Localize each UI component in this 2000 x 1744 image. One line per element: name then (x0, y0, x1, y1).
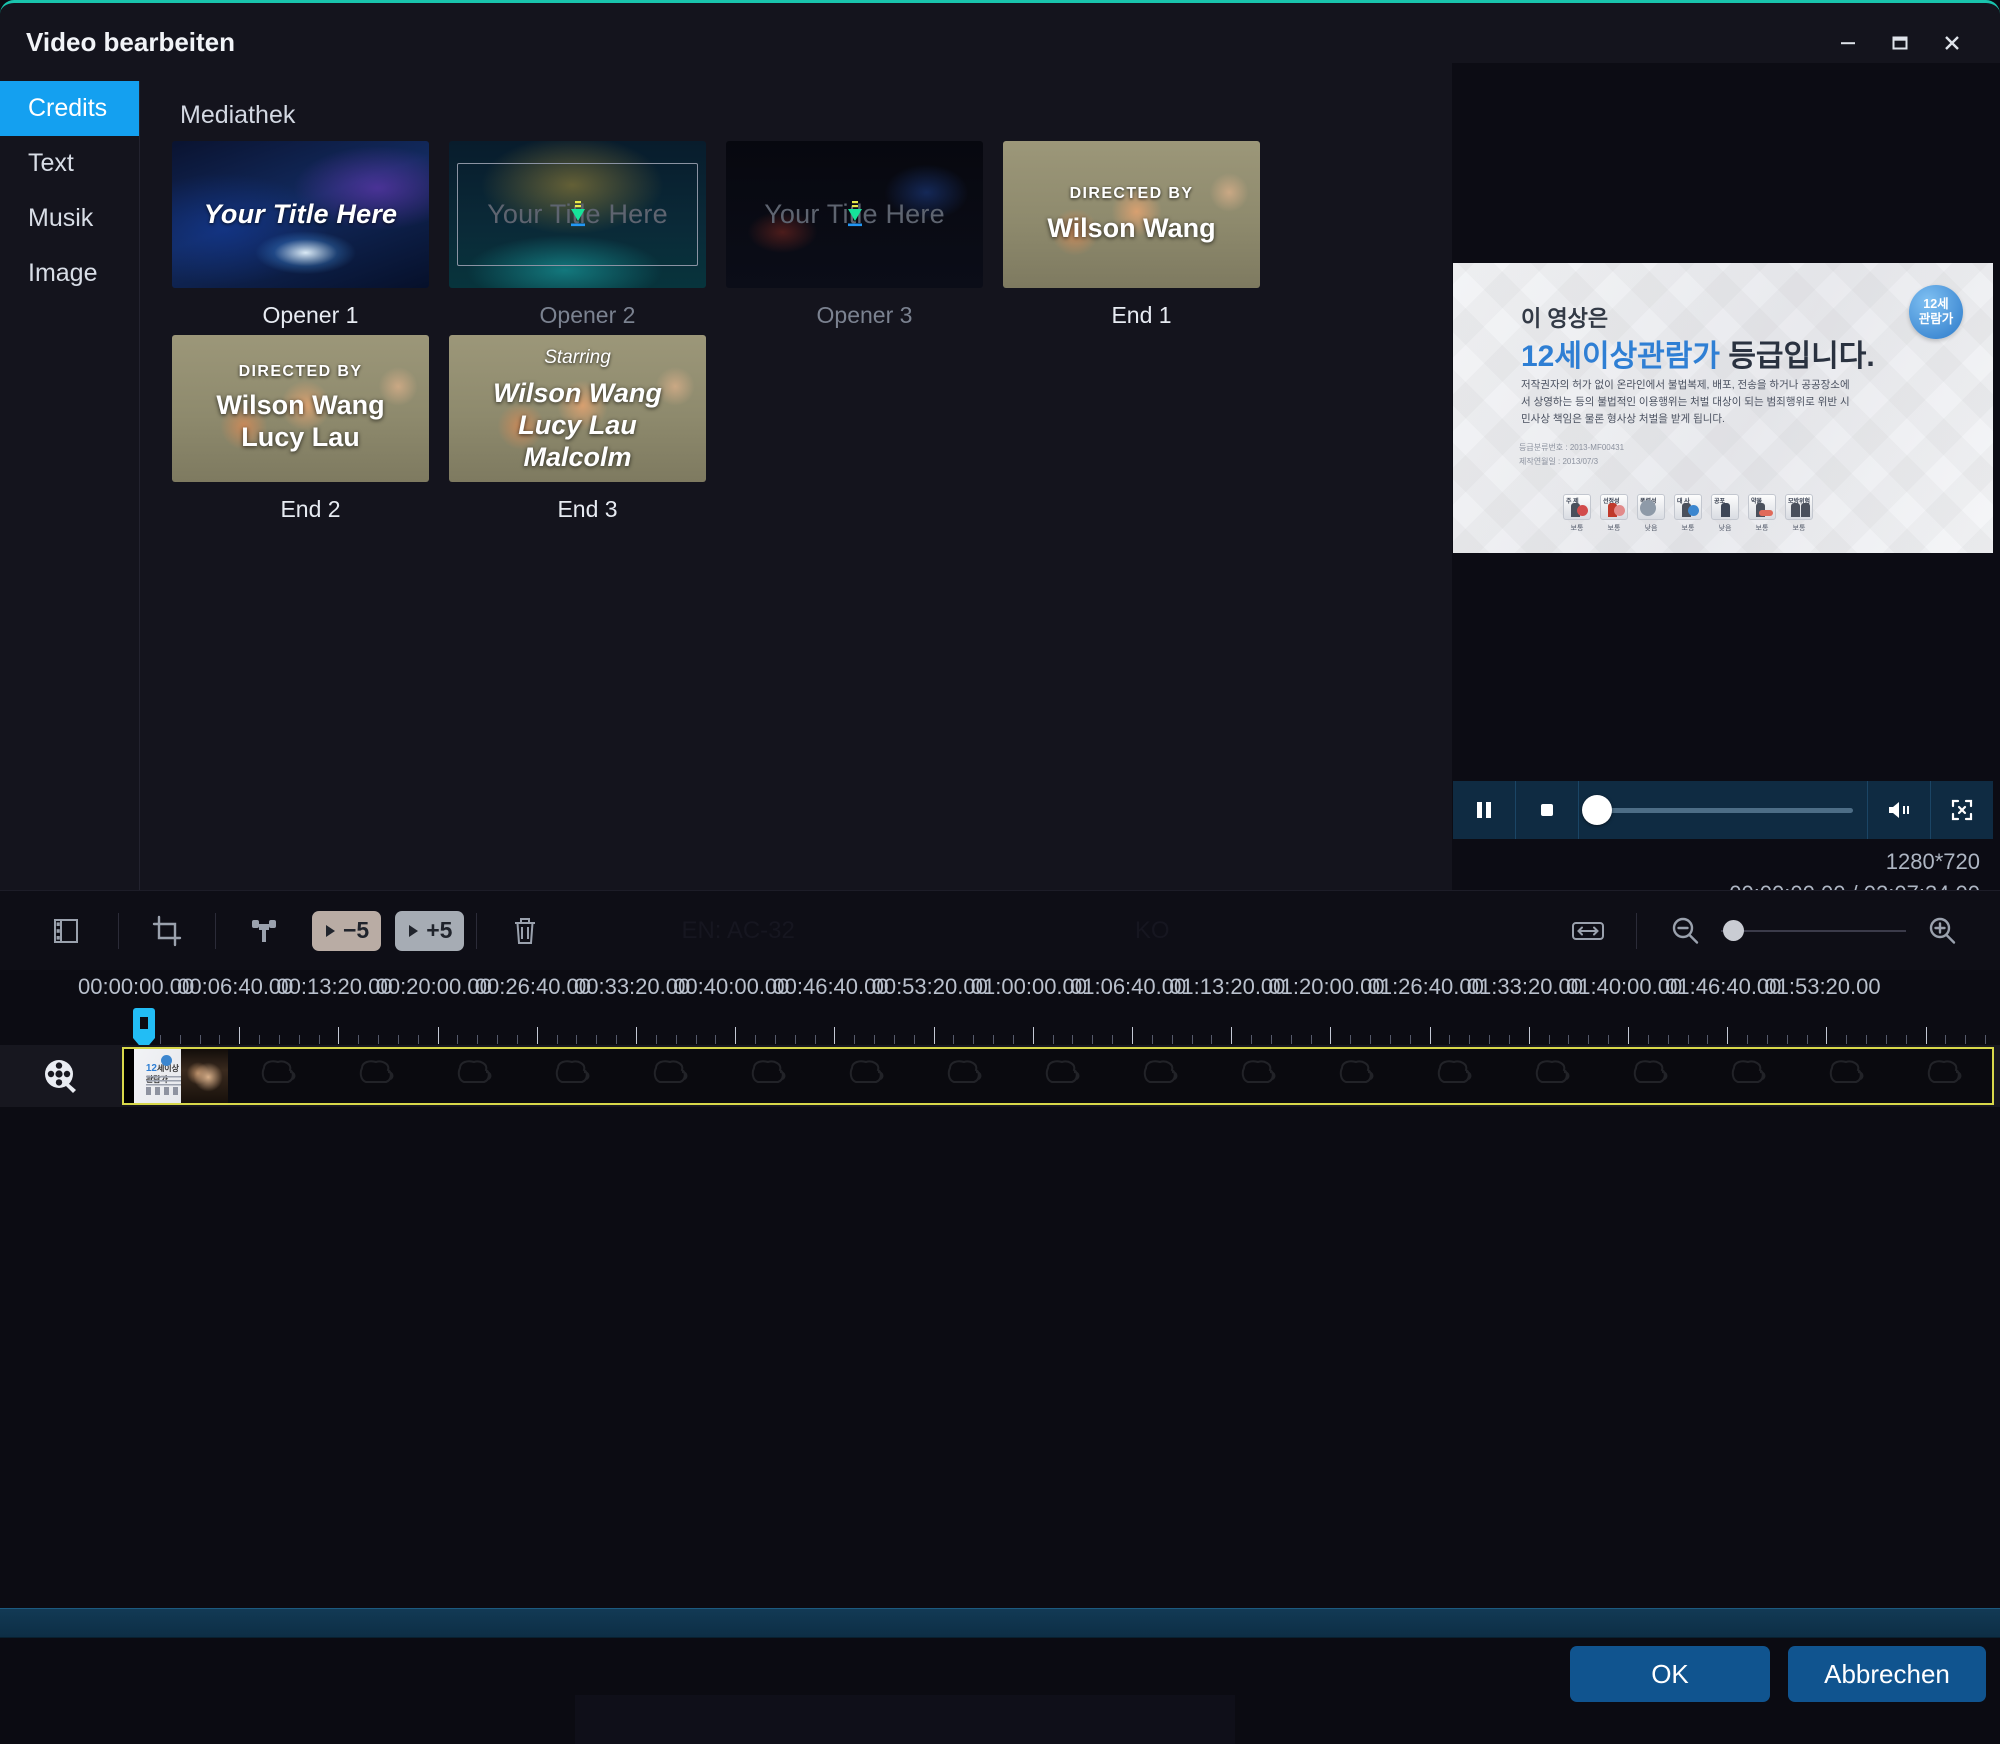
preview-resolution: 1280*720 (1885, 849, 1980, 874)
criteria-label: 보통 (1607, 525, 1621, 532)
library-grid: Your Title Here Opener 1 Your Title Here (172, 141, 1452, 529)
library-item-opener-1[interactable]: Your Title Here Opener 1 (172, 141, 449, 329)
rating-badge: 12세 관람가 (1909, 285, 1963, 339)
criteria-label: 낮음 (1644, 525, 1658, 532)
download-icon[interactable] (842, 200, 868, 230)
dialog-sidebar: Credits Text Musik Image (0, 81, 140, 890)
minimize-icon[interactable] (1822, 21, 1874, 65)
criteria-item: 주 제 보통 (1563, 494, 1591, 533)
criteria-item: 공포 낮음 (1711, 494, 1739, 533)
sidebar-item-label: Credits (28, 94, 108, 122)
close-icon[interactable] (1926, 21, 1978, 65)
library-item-opener-2[interactable]: Your Title Here Opener 2 (449, 141, 726, 329)
background-progress-strip (0, 1608, 2000, 1638)
stop-icon[interactable] (1516, 781, 1578, 839)
library-thumbnail[interactable]: Your Title Here (726, 141, 983, 288)
thumbnail-names: Wilson Wang Lucy Lau Malcolm (493, 378, 662, 472)
criteria-label: 보통 (1570, 525, 1584, 532)
seek-slider[interactable] (1579, 781, 1867, 839)
library-item-caption: End 2 (280, 496, 341, 522)
library-thumbnail[interactable]: Starring Wilson Wang Lucy Lau Malcolm (449, 335, 706, 482)
rating-card: 이 영상은 12세이상관람가 등급입니다. 저작권자의 허가 없이 온라인에서 … (1453, 263, 1993, 553)
player-controls (1453, 781, 1993, 839)
preview-panel: 이 영상은 12세이상관람가 등급입니다. 저작권자의 허가 없이 온라인에서 … (1452, 63, 2000, 906)
background-dim-box (575, 1695, 1235, 1744)
rating-line2: 12세이상관람가 등급입니다. (1521, 331, 1875, 375)
sidebar-item-musik[interactable]: Musik (0, 191, 139, 246)
rating-body: 저작권자의 허가 없이 온라인에서 불법복제, 배포, 전송을 하거나 공공장소… (1521, 379, 1850, 425)
rating-meta: 등급분류번호 : 2013-MF00431 제작연월일 : 2013/07/3 (1519, 441, 1624, 470)
sidebar-item-text[interactable]: Text (0, 136, 139, 191)
criteria-item: 선정성 보통 (1600, 494, 1628, 533)
criteria-item: 폭력성낮음 (1637, 494, 1665, 533)
video-preview[interactable]: 이 영상은 12세이상관람가 등급입니다. 저작권자의 허가 없이 온라인에서 … (1453, 263, 1993, 553)
library-item-caption: End 3 (557, 496, 618, 522)
library-item-end-2[interactable]: DIRECTED BY Wilson Wang Lucy Lau End 2 (172, 335, 449, 523)
pause-icon[interactable] (1453, 781, 1515, 839)
download-icon[interactable] (565, 200, 591, 230)
dialog-panel: Video bearbeiten Credits Text Musik Imag… (0, 0, 2000, 906)
library-thumbnail[interactable]: Your Title Here (172, 141, 429, 288)
rating-criteria-icons: 주 제보통 선정성보통 폭력성낮음 대 사보통 공포낮음 약물보통 모방위험보통 (1563, 494, 1813, 533)
rating-line2-rest: 등급입니다. (1719, 340, 1875, 373)
maximize-icon[interactable] (1874, 21, 1926, 65)
criteria-item: 모방위험 보통 (1785, 494, 1813, 533)
dialog-title: Video bearbeiten (26, 27, 236, 57)
sidebar-item-image[interactable]: Image (0, 246, 139, 301)
preview-timecode: 00:00:00.00 / 02:07:34.00 (1729, 881, 1980, 906)
library-item-end-3[interactable]: Starring Wilson Wang Lucy Lau Malcolm En… (449, 335, 726, 523)
sidebar-item-credits[interactable]: Credits (0, 81, 139, 136)
volume-icon[interactable] (1868, 781, 1930, 839)
criteria-label: 보통 (1755, 525, 1769, 532)
library-thumbnail[interactable]: DIRECTED BY Wilson Wang Lucy Lau (172, 335, 429, 482)
library-thumbnail[interactable]: Your Title Here (449, 141, 706, 288)
seek-knob[interactable] (1582, 795, 1612, 825)
sidebar-item-label: Musik (28, 204, 94, 232)
window-controls (1822, 21, 1978, 65)
thumbnail-kicker: DIRECTED BY (238, 363, 363, 381)
criteria-label: 보통 (1681, 525, 1695, 532)
thumbnail-names: Wilson Wang Lucy Lau (216, 390, 385, 452)
library-item-caption: Opener 3 (816, 302, 913, 328)
thumbnail-title-text: Your Title Here (203, 199, 398, 229)
rating-meta-date: 제작연월일 : 2013/07/3 (1519, 457, 1599, 467)
thumbnail-names: Wilson Wang (1047, 212, 1216, 243)
sidebar-item-label: Image (28, 259, 98, 287)
rating-highlight: 12세이상관람가 (1521, 340, 1720, 373)
thumbnail-overlay: DIRECTED BY Wilson Wang (1003, 141, 1260, 288)
library-thumbnail[interactable]: DIRECTED BY Wilson Wang (1003, 141, 1260, 288)
criteria-item: 약물 보통 (1748, 494, 1776, 533)
library-item-caption: Opener 1 (262, 302, 359, 328)
criteria-label: 보통 (1792, 525, 1806, 532)
criteria-label: 낮음 (1718, 525, 1732, 532)
rating-meta-number: 등급분류번호 : 2013-MF00431 (1519, 443, 1625, 452)
fullscreen-icon[interactable] (1931, 781, 1993, 839)
criteria-item: 대 사 보통 (1674, 494, 1702, 533)
rating-line1: 이 영상은 (1521, 306, 1609, 331)
seek-track (1582, 795, 1853, 825)
library-item-opener-3[interactable]: Your Title Here Opener 3 (726, 141, 1003, 329)
thumbnail-kicker: DIRECTED BY (1069, 184, 1194, 202)
thumbnail-overlay: DIRECTED BY Wilson Wang Lucy Lau (172, 335, 429, 482)
sidebar-item-label: Text (28, 149, 74, 177)
thumbnail-kicker: Starring (544, 347, 611, 368)
library-item-caption: End 1 (1111, 302, 1172, 328)
thumbnail-overlay: Starring Wilson Wang Lucy Lau Malcolm (449, 335, 706, 482)
library-label: Mediathek (180, 101, 296, 129)
library-item-caption: Opener 2 (539, 302, 636, 328)
library-item-end-1[interactable]: DIRECTED BY Wilson Wang End 1 (1003, 141, 1280, 329)
thumbnail-overlay: Your Title Here (172, 141, 429, 288)
